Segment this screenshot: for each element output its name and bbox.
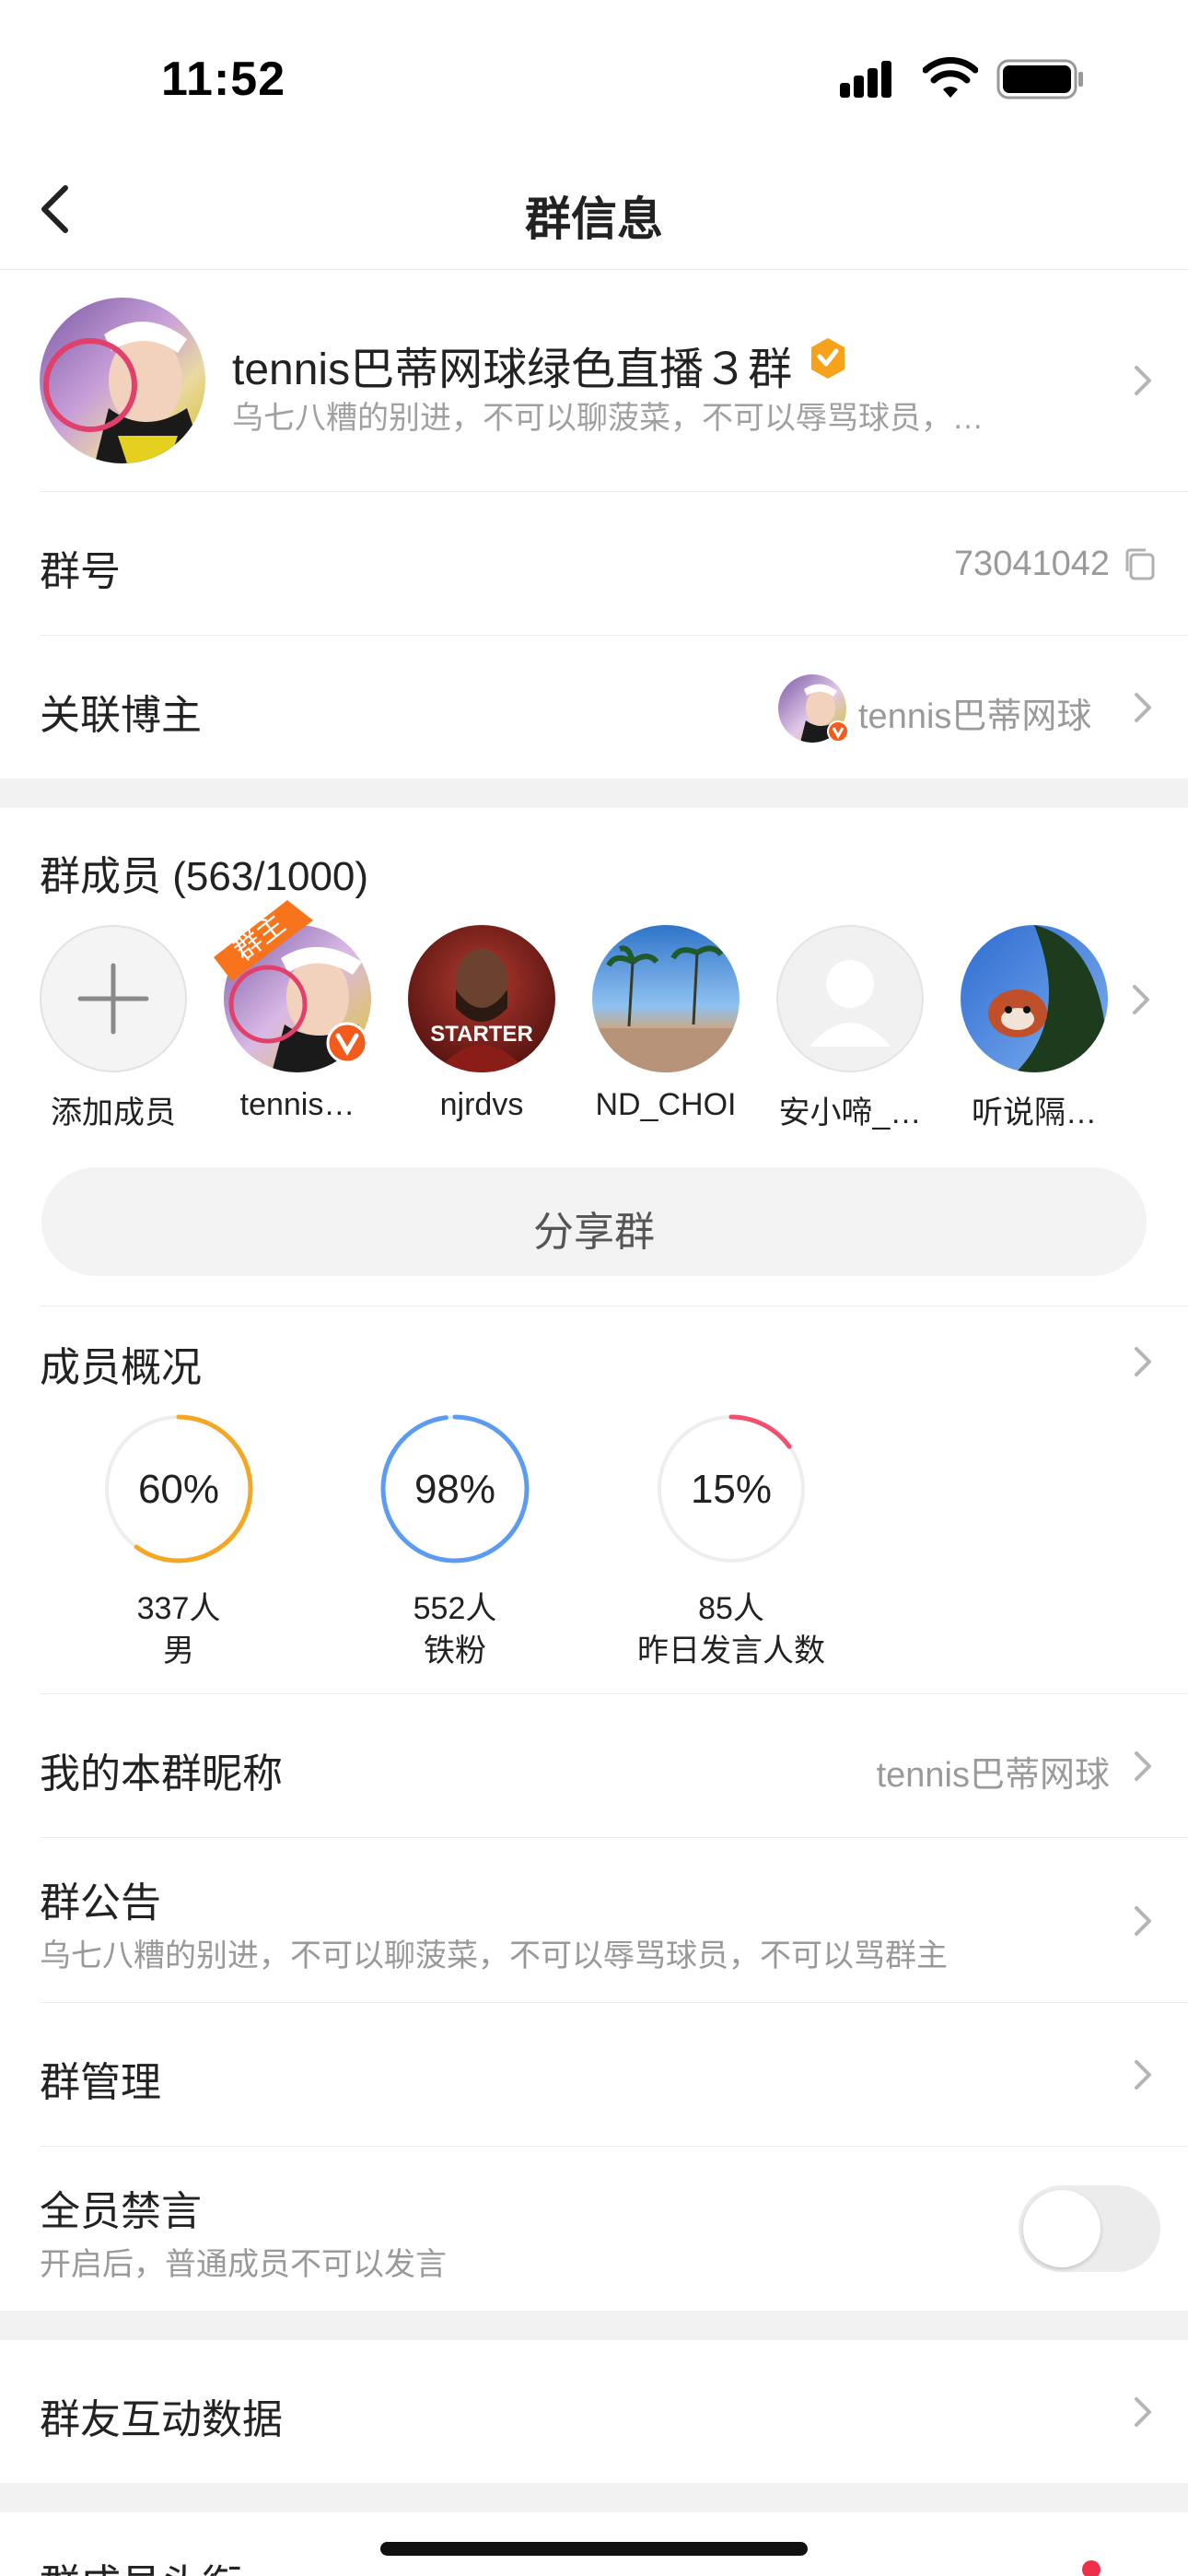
chevron-right-icon [1135, 2397, 1151, 2427]
stat-count: 552人 [413, 1591, 497, 1626]
mute-all-toggle[interactable] [1019, 2185, 1160, 2272]
chevron-right-icon [1135, 1906, 1151, 1936]
member-avatar[interactable] [408, 925, 555, 1072]
group-management-row[interactable]: 群管理 [0, 2003, 1188, 2146]
red-dot-badge [1082, 2560, 1101, 2576]
interaction-data-row[interactable]: 群友互动数据 [0, 2340, 1188, 2483]
member-overview-section[interactable]: 成员概况 60% 337人 男 98% 552人 铁粉 15% 85人 昨日发言… [0, 1306, 1188, 1693]
status-bar: 11:52 [0, 0, 1188, 157]
share-group-label: 分享群 [533, 1210, 655, 1255]
stat-percent: 98% [413, 1467, 496, 1512]
chevron-right-icon [1135, 2060, 1151, 2090]
stat-label: 昨日发言人数 [637, 1633, 825, 1669]
member-name: 安小啼_… [778, 1095, 922, 1130]
chevron-right-icon[interactable] [1129, 981, 1155, 1018]
chevron-right-icon [1135, 1751, 1151, 1781]
group-name: tennis巴蒂网球绿色直播３群 [232, 345, 793, 394]
verified-badge-icon [811, 338, 844, 379]
group-description: 乌七八糟的别进，不可以聊菠菜，不可以辱骂球员，… [232, 401, 984, 436]
member-title-label: 群成员头衔 [40, 2551, 242, 2576]
mute-all-hint: 开启后，普通成员不可以发言 [40, 2247, 447, 2282]
nav-bar: 群信息 [0, 157, 1188, 270]
stat-label: 男 [163, 1633, 194, 1669]
battery-icon [996, 59, 1083, 100]
stat-count: 85人 [698, 1591, 764, 1626]
my-nickname-row[interactable]: 我的本群昵称 tennis巴蒂网球 [0, 1694, 1188, 1837]
stat-percent: 60% [137, 1467, 220, 1512]
group-profile-row[interactable]: tennis巴蒂网球绿色直播３群 乌七八糟的别进，不可以聊菠菜，不可以辱骂球员，… [0, 270, 1188, 491]
member-name: njrdvs [439, 1087, 524, 1122]
interaction-label: 群友互动数据 [40, 2397, 283, 2442]
members-section: 群成员 (563/1000) 添加成员 群主 tennis… STARTER n… [0, 808, 1188, 1306]
linked-blogger-name: tennis巴蒂网球 [858, 697, 1092, 736]
avatar-text: STARTER [430, 1022, 533, 1047]
group-avatar [40, 298, 205, 463]
management-label: 群管理 [40, 2060, 161, 2105]
group-id-value: 73041042 [953, 544, 1110, 583]
group-id-label: 群号 [40, 549, 121, 594]
member-name: tennis… [239, 1087, 355, 1122]
notice-text: 乌七八糟的别进，不可以聊菠菜，不可以辱骂球员，不可以骂群主 [40, 1938, 948, 1973]
group-notice-row[interactable]: 群公告 乌七八糟的别进，不可以聊菠菜，不可以辱骂球员，不可以骂群主 [0, 1838, 1188, 2002]
nickname-value: tennis巴蒂网球 [876, 1756, 1110, 1795]
stat-label: 铁粉 [424, 1633, 486, 1669]
nickname-label: 我的本群昵称 [40, 1751, 283, 1797]
toggle-knob [1023, 2190, 1101, 2267]
stat-count: 337人 [136, 1591, 221, 1626]
member-avatar[interactable] [592, 925, 740, 1072]
verified-v-icon [827, 720, 849, 743]
overview-title: 成员概况 [40, 1345, 202, 1390]
linked-blogger-label: 关联博主 [40, 693, 202, 738]
linked-blogger-row[interactable]: 关联博主 tennis巴蒂网球 [0, 636, 1188, 779]
stat-percent: 15% [690, 1467, 773, 1512]
member-avatar[interactable] [961, 925, 1108, 1072]
page-title: 群信息 [525, 193, 663, 245]
member-name: 听说隔… [972, 1095, 1097, 1130]
member-name: ND_CHOI [595, 1087, 737, 1122]
member-name: 添加成员 [51, 1095, 176, 1130]
section-gap [0, 2311, 1188, 2340]
verified-v-icon [326, 1022, 368, 1064]
status-time: 11:52 [161, 53, 286, 106]
cellular-signal-icon [840, 61, 891, 98]
copy-icon[interactable] [1122, 545, 1159, 582]
chevron-right-icon [1135, 693, 1151, 722]
plus-icon [77, 963, 149, 1035]
mute-all-label: 全员禁言 [40, 2189, 202, 2234]
group-id-row: 群号 73041042 [0, 492, 1188, 635]
share-group-button[interactable]: 分享群 [41, 1167, 1147, 1276]
wifi-icon [923, 57, 978, 98]
notice-label: 群公告 [40, 1880, 161, 1926]
mute-all-row: 全员禁言 开启后，普通成员不可以发言 [0, 2147, 1188, 2311]
chevron-right-icon [1135, 366, 1151, 395]
member-avatar-default[interactable] [776, 925, 924, 1072]
add-member-button[interactable] [40, 925, 187, 1072]
default-user-icon [809, 960, 891, 1047]
home-indicator [380, 2542, 808, 2556]
members-title: 群成员 (563/1000) [40, 854, 369, 899]
chevron-right-icon [1135, 1347, 1151, 1376]
section-gap [0, 2483, 1188, 2512]
section-gap [0, 779, 1188, 808]
